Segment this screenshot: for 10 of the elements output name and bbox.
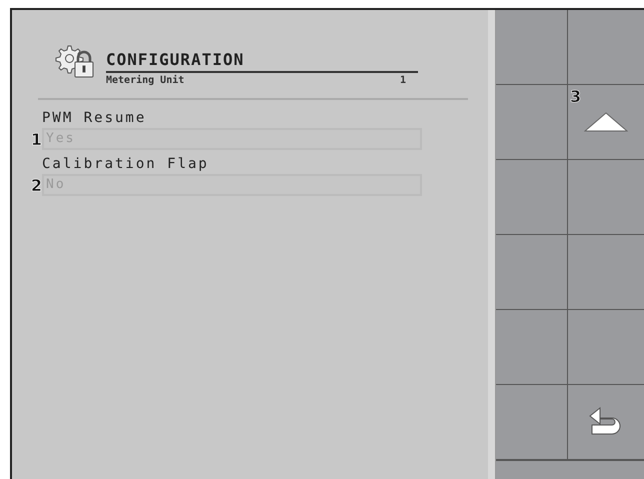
callout-number: 1 (30, 130, 42, 148)
unit-number: 1 (400, 75, 406, 86)
gear-lock-icon (54, 44, 96, 80)
screen-title: CONFIGURATION (106, 50, 418, 73)
up-arrow-icon (584, 112, 628, 132)
callout-number: 2 (30, 176, 42, 194)
field-label: PWM Resume (42, 109, 148, 128)
screen-subtitle: Metering Unit (106, 75, 184, 86)
callout-number: 3 (570, 87, 582, 106)
field-label: Calibration Flap (42, 155, 210, 174)
